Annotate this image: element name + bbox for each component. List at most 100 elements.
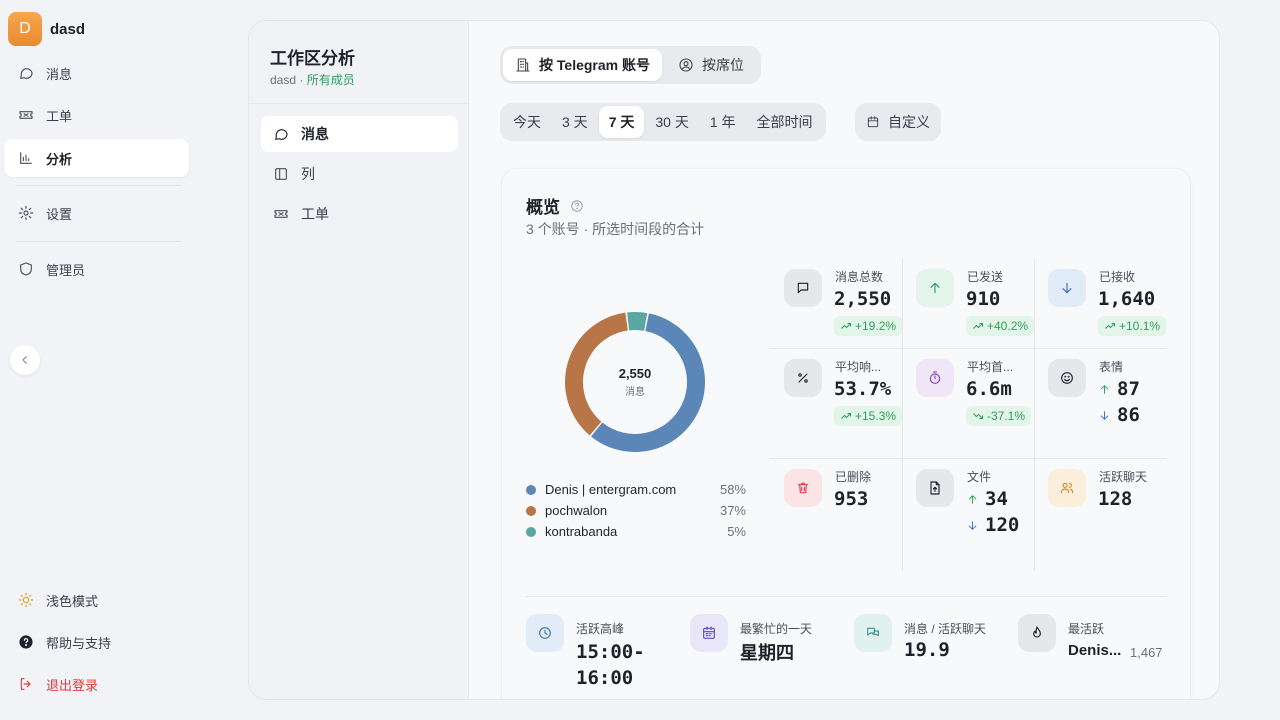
arrow-up-icon: [1100, 384, 1109, 394]
trend-badge: +15.3%: [834, 406, 903, 426]
divider: [249, 103, 469, 104]
scope-members: 所有成员: [306, 73, 355, 87]
custom-range-inner: 自定义: [858, 106, 938, 138]
sidebar-item-tickets[interactable]: 工单: [4, 96, 189, 134]
arrow-down-icon: [1062, 282, 1072, 294]
arrow-up-icon: [968, 494, 977, 504]
custom-range-button[interactable]: 自定义: [855, 103, 941, 141]
stat-value: 87: [1117, 378, 1140, 400]
stats-grid: 消息总数 2,550 +19.2% 已发送 910 +40.2% 已接收 1,6…: [770, 259, 1167, 571]
stat-deleted: 已删除 953: [770, 459, 902, 559]
stat-busiest-day: 最繁忙的一天 星期四: [690, 614, 854, 694]
flame-icon: [1033, 626, 1041, 638]
stat-icon-bg: [916, 269, 954, 307]
range-today[interactable]: 今天: [503, 106, 551, 138]
overview-title: 概览: [526, 193, 584, 218]
collapse-sidebar-button[interactable]: [10, 345, 40, 375]
sidebar-item-messages[interactable]: 消息: [4, 54, 189, 92]
subnav-item-label: 工单: [301, 206, 329, 222]
stat-label: 已删除: [835, 470, 872, 484]
scope-workspace: dasd: [270, 73, 297, 87]
analytics-panel: 工作区分析 dasd · 所有成员 消息 列 工单 按 Telegram 账号: [248, 20, 1220, 700]
range-all-time[interactable]: 全部时间: [747, 106, 823, 138]
sidebar-item-admin[interactable]: 管理员: [4, 250, 189, 288]
chats-icon: [867, 627, 879, 637]
donut-total: 2,550: [618, 366, 652, 381]
stat-most-active: 最活跃 Denis... 1,467: [1018, 614, 1168, 694]
stat-value: 1,640: [1098, 288, 1156, 310]
sidebar-item-analytics[interactable]: 分析: [4, 139, 189, 177]
subnav-item-messages[interactable]: 消息: [261, 116, 458, 152]
help-circle-icon: [19, 635, 33, 649]
help-support-link[interactable]: 帮助与支持: [4, 623, 189, 661]
files-down: 120: [966, 514, 1019, 536]
legend-dot: [526, 505, 536, 516]
stat-total-messages: 消息总数 2,550 +19.2%: [770, 259, 903, 359]
subnav-item-columns[interactable]: 列: [261, 156, 458, 192]
stat-icon-bg: [784, 359, 822, 397]
stat-value: 6.6m: [966, 378, 1012, 400]
legend-name: Denis | entergram.com: [545, 482, 677, 497]
stat-value: 19.9: [904, 639, 950, 661]
users-icon: [1060, 482, 1074, 494]
stat-icon-bg: [784, 469, 822, 507]
stat-icon-bg: [1018, 614, 1056, 652]
subnav-item-tickets[interactable]: 工单: [261, 196, 458, 232]
sidebar-item-settings[interactable]: 设置: [4, 194, 189, 232]
shield-icon: [20, 262, 32, 276]
custom-range-label: 自定义: [888, 114, 930, 130]
view-by-seat-button[interactable]: 按席位: [664, 49, 758, 81]
stat-label: 平均首...: [967, 360, 1014, 374]
legend-item: Denis | entergram.com 58%: [526, 479, 746, 500]
legend-pct: 5%: [727, 524, 746, 539]
view-by-account-label: 按 Telegram 账号: [539, 57, 650, 73]
stat-sent: 已发送 910 +40.2%: [902, 259, 1035, 359]
stat-label: 消息总数: [835, 270, 884, 284]
reactions-up: 87: [1098, 378, 1140, 400]
stat-label: 活跃聊天: [1099, 470, 1148, 484]
divider: [526, 596, 1166, 597]
trend-up-icon: [841, 323, 851, 329]
overview-title-text: 概览: [526, 198, 560, 217]
stopwatch-icon: [929, 371, 941, 384]
stat-icon-bg: [784, 269, 822, 307]
sidebar-item-label: 分析: [46, 151, 73, 167]
stat-value: 120: [985, 514, 1020, 536]
range-3-days[interactable]: 3 天: [552, 106, 598, 138]
stat-label: 平均响...: [835, 360, 882, 374]
stat-value: 86: [1117, 404, 1140, 426]
divider: [16, 185, 181, 186]
legend-pct: 58%: [719, 482, 746, 497]
range-7-days[interactable]: 7 天: [598, 106, 645, 138]
stat-icon-bg: [916, 469, 954, 507]
arrow-up-icon: [930, 282, 940, 294]
stat-reactions: 表情 87 86: [1034, 349, 1166, 449]
message-share-donut: 2,550 消息: [560, 307, 710, 457]
most-active-count: 1,467: [1130, 645, 1163, 660]
clock-icon: [539, 627, 551, 639]
range-1-year[interactable]: 1 年: [700, 106, 746, 138]
sidebar-item-label: 设置: [46, 206, 73, 222]
ticket-icon: [274, 210, 288, 218]
subnav-item-label: 消息: [301, 126, 329, 142]
columns-icon: [275, 168, 287, 180]
help-icon[interactable]: [570, 199, 584, 213]
stat-value: 953: [834, 488, 869, 510]
stat-label: 最活跃: [1068, 622, 1105, 636]
page-title: 工作区分析: [270, 49, 355, 68]
workspace-switcher[interactable]: D dasd: [8, 12, 85, 46]
stat-label: 已接收: [1099, 270, 1136, 284]
view-toggle: 按 Telegram 账号 按席位: [500, 46, 761, 84]
stat-icon-bg: [690, 614, 728, 652]
view-by-account-button[interactable]: 按 Telegram 账号: [503, 49, 662, 81]
sidebar-item-label: 帮助与支持: [46, 635, 112, 651]
peak-start: 15:00-: [576, 641, 645, 663]
stat-icon-bg: [526, 614, 564, 652]
legend-pct: 37%: [719, 503, 746, 518]
logout-button[interactable]: 退出登录: [4, 665, 189, 703]
legend-dot: [526, 526, 536, 537]
light-mode-toggle[interactable]: 浅色模式: [4, 581, 189, 619]
range-30-days[interactable]: 30 天: [645, 106, 698, 138]
overview-card: 概览 3 个账号 · 所选时间段的合计 2,550 消息 Denis | ent…: [501, 168, 1191, 699]
chevron-left-icon: [22, 356, 27, 364]
